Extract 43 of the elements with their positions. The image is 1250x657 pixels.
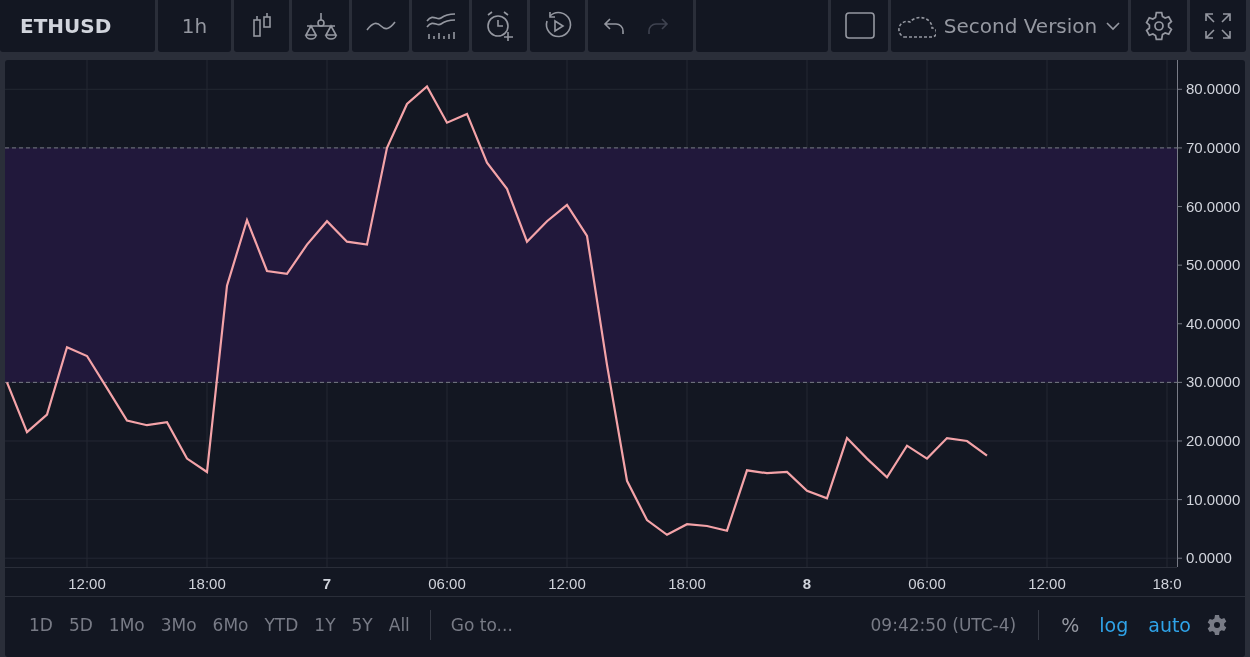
gear-icon: [1143, 10, 1175, 42]
y-axis-label: 30.0000: [1186, 373, 1241, 391]
clock-time: 09:42:50 (UTC-4): [870, 615, 1017, 635]
go-to-button[interactable]: Go to...: [442, 611, 521, 639]
x-axis-label: 7: [322, 575, 332, 592]
x-axis-label: 8: [802, 575, 812, 592]
scale-toggle[interactable]: log: [1089, 610, 1139, 640]
gear-icon: [1205, 613, 1229, 637]
compare-icon: [424, 11, 457, 41]
range-button[interactable]: 1D: [21, 611, 61, 639]
chevron-down-icon: [1105, 21, 1122, 31]
range-button[interactable]: 1Y: [306, 611, 344, 639]
y-axis-label: 70.0000: [1186, 138, 1241, 156]
y-axis-label: 50.0000: [1186, 256, 1241, 274]
expand-icon: [1204, 12, 1232, 40]
x-axis-label: 06:00: [908, 575, 946, 592]
undo-icon: [602, 16, 626, 36]
layout-dropdown[interactable]: Second Version: [887, 9, 1132, 43]
y-axis-label: 40.0000: [1186, 314, 1241, 332]
y-axis-label: 0.0000: [1186, 549, 1232, 567]
scale-toggle[interactable]: %: [1051, 610, 1090, 640]
y-axis-label: 60.0000: [1186, 197, 1241, 215]
x-axis-label: 06:00: [428, 575, 466, 592]
range-button[interactable]: 5D: [60, 611, 101, 639]
square-icon: [844, 12, 875, 40]
y-axis-label: 10.0000: [1186, 490, 1241, 508]
scale-icon: [302, 12, 339, 40]
x-axis-label: 12:00: [548, 575, 586, 592]
range-button[interactable]: 6Mo: [204, 611, 257, 639]
redo-icon: [646, 16, 670, 36]
range-button[interactable]: All: [380, 611, 418, 639]
x-axis-label: 18:0: [1152, 575, 1182, 592]
range-button[interactable]: 3Mo: [152, 611, 205, 639]
y-axis-label: 20.0000: [1186, 432, 1241, 449]
scale-toggle[interactable]: auto: [1138, 610, 1201, 640]
y-axis-label: 80.0000: [1186, 80, 1241, 98]
range-button[interactable]: YTD: [256, 611, 307, 639]
range-button[interactable]: 5Y: [343, 611, 381, 639]
x-axis-label: 12:00: [1028, 575, 1066, 592]
x-axis-label: 18:00: [668, 575, 706, 592]
range-button[interactable]: 1Mo: [100, 611, 153, 639]
x-axis-label: 12:00: [68, 575, 106, 592]
x-axis-label: 18:00: [188, 575, 226, 592]
